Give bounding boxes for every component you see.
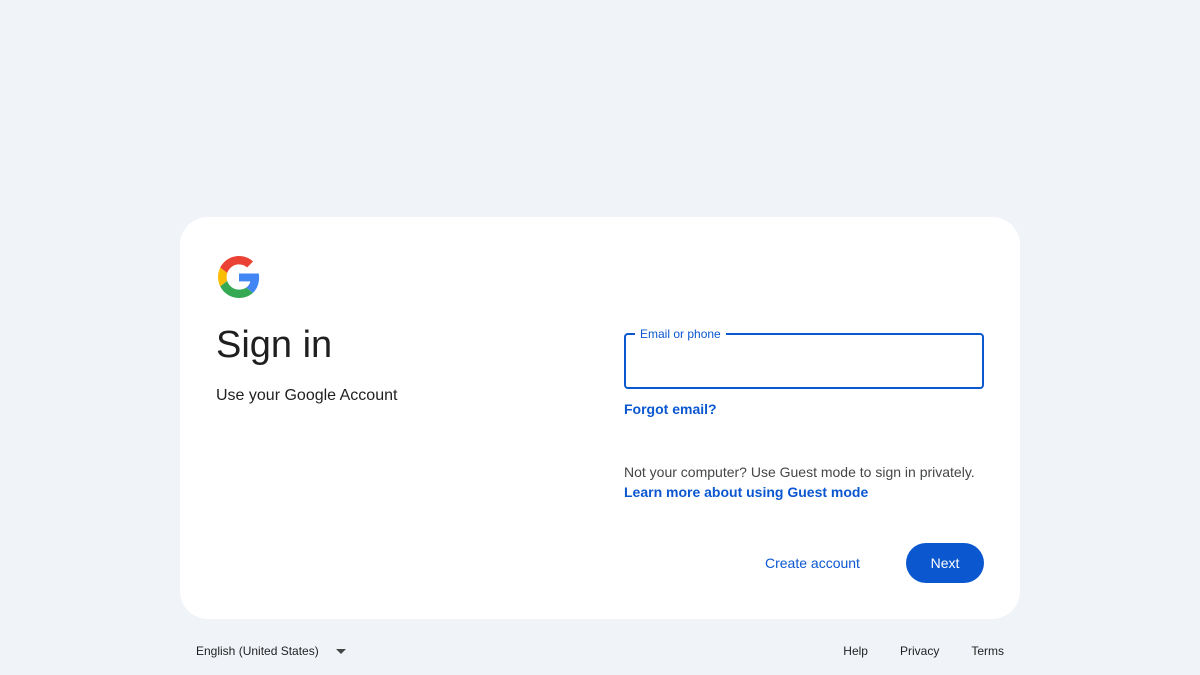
page: Sign in Use your Google Account Email or… — [0, 0, 1200, 675]
guest-mode-link[interactable]: Learn more about using Guest mode — [624, 482, 868, 502]
email-input[interactable] — [626, 335, 982, 387]
language-selector[interactable]: English (United States) — [180, 636, 346, 666]
sign-in-card: Sign in Use your Google Account Email or… — [180, 217, 1020, 619]
page-subtitle: Use your Google Account — [216, 387, 398, 404]
page-title: Sign in — [216, 324, 333, 366]
forgot-email-link[interactable]: Forgot email? — [624, 399, 717, 419]
email-field[interactable]: Email or phone — [624, 326, 984, 389]
caret-down-icon — [335, 648, 346, 654]
footer-links: Help Privacy Terms — [811, 636, 1004, 666]
terms-link[interactable]: Terms — [971, 644, 1004, 658]
create-account-button[interactable]: Create account — [749, 543, 876, 583]
next-button[interactable]: Next — [906, 543, 984, 583]
email-field-label: Email or phone — [635, 326, 726, 342]
footer: English (United States) Help Privacy Ter… — [180, 636, 1020, 666]
guest-mode-text: Not your computer? Use Guest mode to sig… — [624, 464, 975, 480]
privacy-link[interactable]: Privacy — [900, 644, 939, 658]
help-link[interactable]: Help — [843, 644, 868, 658]
google-logo-icon — [218, 256, 260, 298]
language-label: English (United States) — [196, 644, 319, 658]
